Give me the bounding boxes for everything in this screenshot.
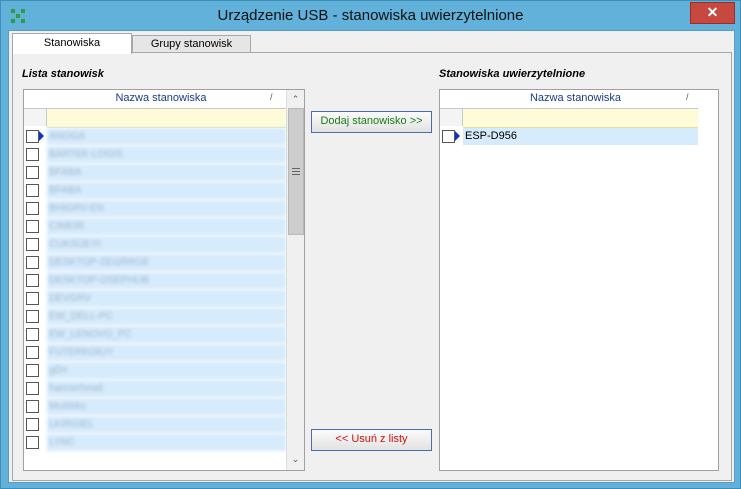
workstation-name-cell[interactable]: LKIRGIEL	[47, 416, 286, 433]
dialog-client-area: Stanowiska Grupy stanowisk Lista stanowi…	[8, 30, 735, 483]
column-header-name[interactable]: Nazwa stanowiska	[463, 92, 688, 104]
row-checkbox[interactable]	[26, 238, 39, 251]
table-row[interactable]: MuiWAs	[24, 398, 286, 415]
filter-row[interactable]	[47, 109, 286, 128]
grid-header: Nazwa stanowiska /	[24, 90, 286, 109]
workstation-name-cell[interactable]: BFABA	[47, 182, 286, 199]
workstation-name-cell[interactable]: DEVGRV	[47, 290, 286, 307]
row-checkbox[interactable]	[26, 184, 39, 197]
window-title: Urządzenie USB - stanowiska uwierzytelni…	[217, 7, 524, 24]
workstation-name-cell[interactable]: ESP-D956	[463, 128, 698, 145]
tab-panel: Lista stanowisk Nazwa stanowiska / ANOGA…	[12, 52, 732, 481]
workstation-list-grid[interactable]: Nazwa stanowiska / ANOGA BARTEK-LOGIS BFAB…	[23, 89, 305, 471]
dialog-window: Urządzenie USB - stanowiska uwierzytelni…	[0, 0, 741, 489]
table-row[interactable]: BFABA	[24, 164, 286, 181]
table-row[interactable]: LKIRGIEL	[24, 416, 286, 433]
workstation-name-cell[interactable]: EW_DELL-PC	[47, 308, 286, 325]
title-bar[interactable]: Urządzenie USB - stanowiska uwierzytelni…	[1, 1, 740, 30]
workstation-name-cell[interactable]: DESKTOP-ZEGRRGE	[47, 254, 286, 271]
table-row[interactable]: CUKSOEYI	[24, 236, 286, 253]
close-button[interactable]: ✕	[690, 2, 735, 24]
row-checkbox[interactable]	[26, 346, 39, 359]
scroll-down-button[interactable]: ⌄	[288, 452, 303, 468]
row-checkbox[interactable]	[26, 256, 39, 269]
table-row[interactable]: DEVGRV	[24, 290, 286, 307]
row-checkbox[interactable]	[26, 310, 39, 323]
close-icon: ✕	[706, 4, 719, 20]
workstation-name-cell[interactable]: BARTEK-LOGIS	[47, 146, 286, 163]
grip-line	[292, 171, 300, 172]
column-header-name[interactable]: Nazwa stanowiska	[47, 92, 275, 104]
table-row[interactable]: CIMEIR	[24, 218, 286, 235]
sort-indicator-icon: /	[686, 92, 689, 102]
table-row[interactable]: LYNC	[24, 434, 286, 451]
table-row[interactable]: BARTEK-LOGIS	[24, 146, 286, 163]
row-checkbox[interactable]	[26, 148, 39, 161]
table-row[interactable]: ANOGA	[24, 128, 286, 145]
row-pointer-icon	[455, 131, 460, 141]
grip-line	[292, 168, 300, 169]
vertical-scrollbar[interactable]: ⌃ ⌄	[286, 90, 304, 470]
workstation-name-cell[interactable]: MuiWAs	[47, 398, 286, 415]
table-row[interactable]: ESP-D956	[440, 128, 698, 145]
chevron-down-icon: ⌄	[291, 454, 300, 464]
scroll-thumb[interactable]	[288, 108, 304, 235]
remove-from-list-button[interactable]: << Usuń z listy	[311, 429, 432, 451]
row-pointer-icon	[39, 131, 44, 141]
table-row[interactable]: DESKTOP-ZEGRRGE	[24, 254, 286, 271]
row-checkbox[interactable]	[26, 292, 39, 305]
workstation-name-cell[interactable]: gDn	[47, 362, 286, 379]
row-checkbox[interactable]	[26, 166, 39, 179]
table-row[interactable]: gDn	[24, 362, 286, 379]
workstation-name-cell[interactable]: FUTERKOIUY	[47, 344, 286, 361]
workstation-name-cell[interactable]: BFABA	[47, 164, 286, 181]
row-checkbox[interactable]	[26, 130, 39, 143]
row-checkbox[interactable]	[26, 436, 39, 449]
tab-label: Stanowiska	[43, 37, 101, 49]
row-checkbox[interactable]	[26, 400, 39, 413]
scroll-up-button[interactable]: ⌃	[288, 92, 303, 108]
table-row[interactable]: BFABA	[24, 182, 286, 199]
grid-header: Nazwa stanowiska /	[440, 90, 698, 109]
chevron-up-icon: ⌃	[291, 94, 300, 104]
row-checkbox[interactable]	[26, 382, 39, 395]
workstation-name-cell[interactable]: LYNC	[47, 434, 286, 451]
table-row[interactable]: EW_DELL-PC	[24, 308, 286, 325]
row-checkbox[interactable]	[26, 220, 39, 233]
workstation-name-cell[interactable]: DESKTOP-OSEPHUB	[47, 272, 286, 289]
left-section-label: Lista stanowisk	[22, 68, 104, 80]
filter-row[interactable]	[463, 109, 698, 128]
tab-grupy-stanowisk[interactable]: Grupy stanowisk	[132, 35, 251, 53]
workstation-name-cell[interactable]: EW_LENOVO_PC	[47, 326, 286, 343]
table-row[interactable]: FUTERKOIUY	[24, 344, 286, 361]
row-checkbox[interactable]	[26, 328, 39, 341]
workstation-name-cell[interactable]: ANOGA	[47, 128, 286, 145]
workstation-name-cell[interactable]: CUKSOEYI	[47, 236, 286, 253]
row-checkbox[interactable]	[26, 418, 39, 431]
workstation-name-cell[interactable]: hannerhead	[47, 380, 286, 397]
row-checkbox[interactable]	[26, 274, 39, 287]
right-section-label: Stanowiska uwierzytelnione	[439, 68, 586, 80]
workstation-name-cell[interactable]: BHIGRV-EN	[47, 200, 286, 217]
add-workstation-button[interactable]: Dodaj stanowisko >>	[311, 111, 432, 133]
table-row[interactable]: BHIGRV-EN	[24, 200, 286, 217]
authenticated-workstations-grid[interactable]: Nazwa stanowiska / ESP-D956	[439, 89, 719, 471]
table-row[interactable]: hannerhead	[24, 380, 286, 397]
table-row[interactable]: EW_LENOVO_PC	[24, 326, 286, 343]
row-checkbox[interactable]	[26, 364, 39, 377]
tab-label: Grupy stanowisk	[150, 38, 233, 50]
table-row[interactable]: DESKTOP-OSEPHUB	[24, 272, 286, 289]
grip-line	[292, 174, 300, 175]
sort-indicator-icon: /	[270, 92, 273, 102]
row-checkbox[interactable]	[442, 130, 455, 143]
tab-stanowiska[interactable]: Stanowiska	[12, 33, 132, 54]
workstation-name-cell[interactable]: CIMEIR	[47, 218, 286, 235]
row-checkbox[interactable]	[26, 202, 39, 215]
